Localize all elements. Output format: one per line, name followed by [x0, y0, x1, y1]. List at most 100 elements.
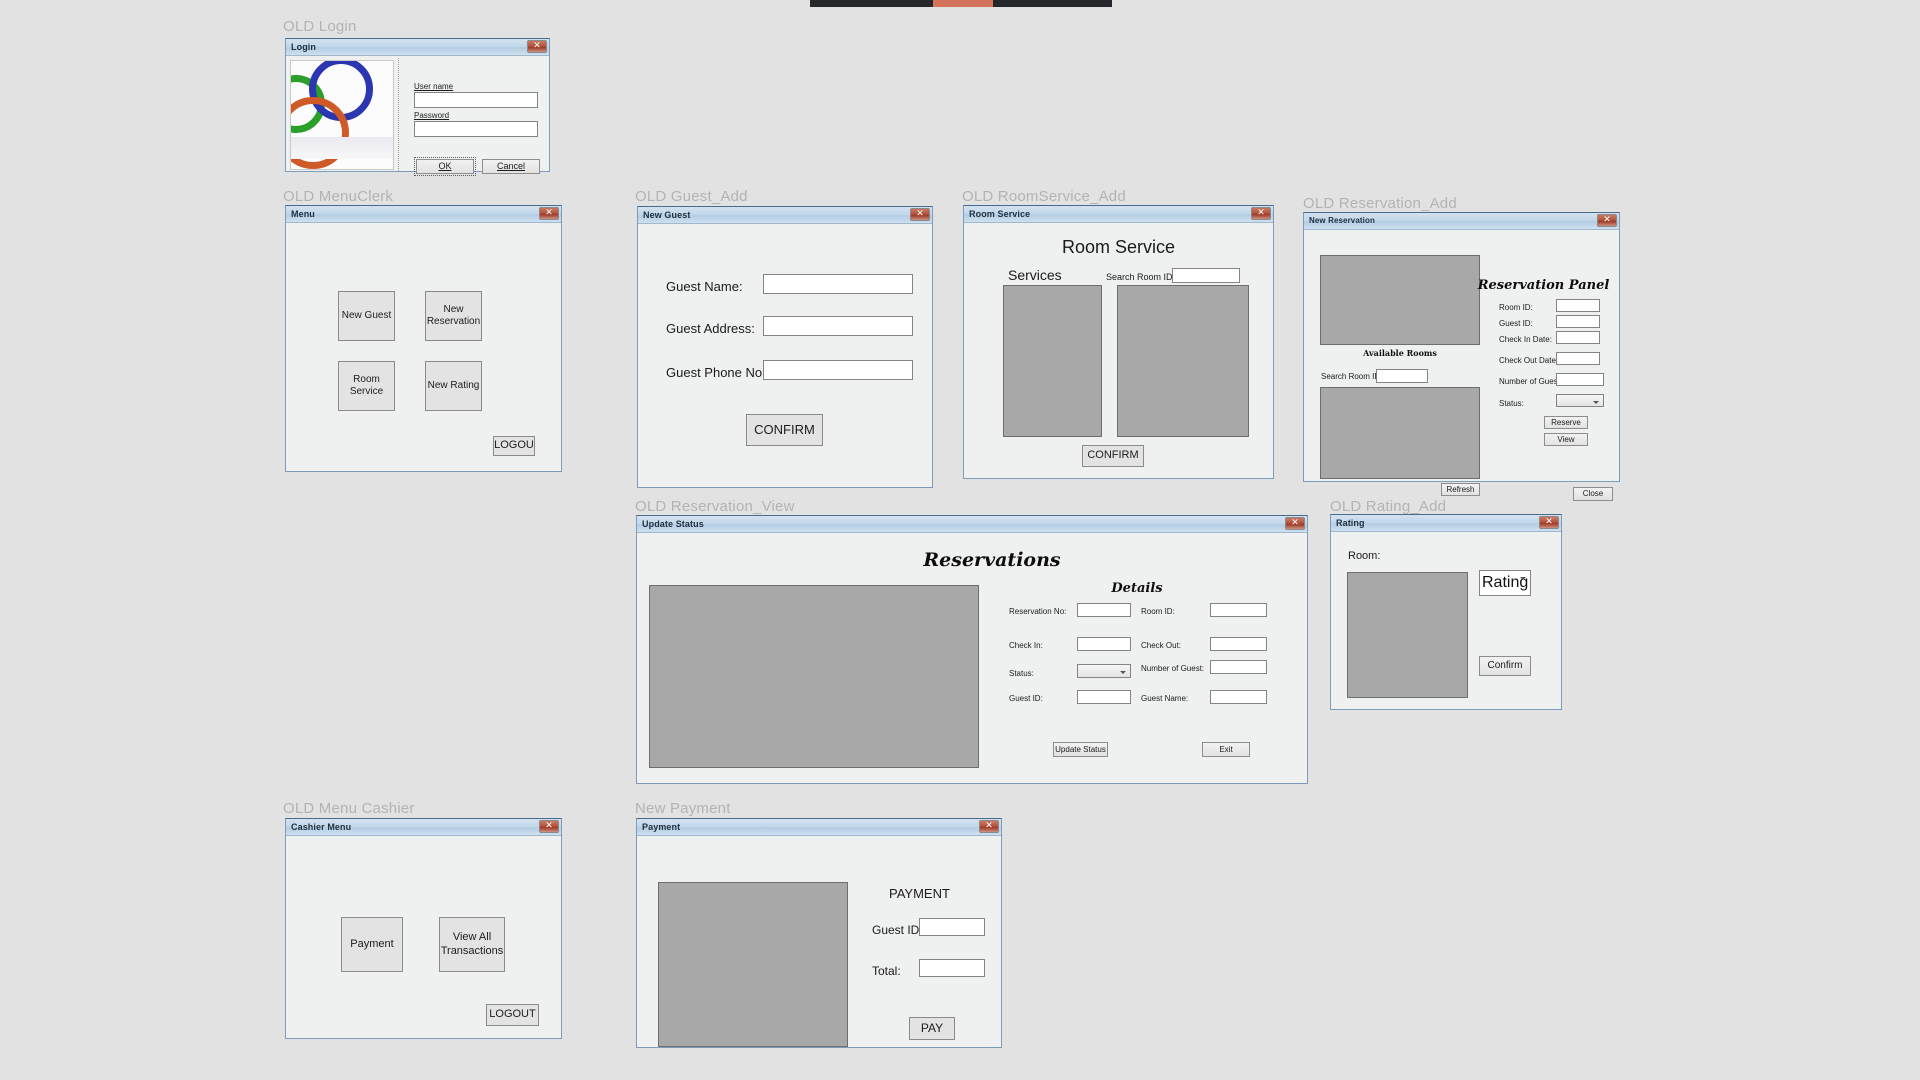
status-label: Status:: [1499, 399, 1524, 408]
reservationadd-title: New Reservation: [1309, 216, 1375, 225]
status-label: Status:: [1009, 669, 1034, 678]
view-button[interactable]: View: [1544, 433, 1588, 446]
status-dropdown[interactable]: [1556, 394, 1604, 407]
login-titlebar[interactable]: Login ✕: [286, 39, 549, 56]
interlocking-rings-image: [290, 60, 394, 170]
window-guest-add: New Guest ✕ Guest Name: Guest Address: G…: [637, 206, 933, 488]
password-input[interactable]: [414, 121, 538, 137]
login-divider: [398, 58, 399, 171]
search-room-id-input[interactable]: [1172, 268, 1240, 283]
rating-client-area: Room: Rating Confirm: [1331, 532, 1561, 709]
check-out-date-label: Check Out Date:: [1499, 356, 1559, 365]
cashiermenu-titlebar[interactable]: Cashier Menu ✕: [286, 819, 561, 836]
status-dropdown[interactable]: [1077, 664, 1131, 678]
caption-new-payment: New Payment: [635, 800, 731, 817]
check-out-input[interactable]: [1210, 637, 1267, 651]
room-label: Room:: [1348, 550, 1381, 562]
available-rooms-grid[interactable]: [1320, 387, 1480, 479]
caption-old-login: OLD Login: [283, 18, 357, 35]
rooms-grid[interactable]: [1347, 572, 1468, 698]
menuclerk-title: Menu: [291, 208, 315, 219]
room-id-input[interactable]: [1556, 299, 1600, 312]
new-reservation-button[interactable]: New Reservation: [425, 291, 482, 341]
guestadd-title: New Guest: [643, 209, 691, 220]
reservation-no-input[interactable]: [1077, 603, 1131, 617]
ok-button[interactable]: OK: [414, 157, 476, 176]
username-input[interactable]: [414, 92, 538, 108]
caption-old-guest-add: OLD Guest_Add: [635, 188, 748, 205]
logout-button[interactable]: LOGOU: [493, 436, 535, 456]
guest-id-input[interactable]: [919, 918, 985, 936]
roomservice-titlebar[interactable]: Room Service ✕: [964, 206, 1273, 223]
check-out-label: Check Out:: [1141, 641, 1182, 650]
search-room-id-input[interactable]: [1376, 369, 1428, 383]
rating-title: Rating: [1336, 517, 1365, 528]
guest-id-input[interactable]: [1077, 690, 1131, 704]
rating-dropdown[interactable]: Rating: [1479, 570, 1531, 596]
reservationview-titlebar[interactable]: Update Status ✕: [637, 516, 1307, 533]
exit-button[interactable]: Exit: [1202, 742, 1250, 757]
pay-button[interactable]: PAY: [909, 1017, 955, 1040]
refresh-button[interactable]: Refresh: [1441, 483, 1480, 496]
reservations-preview-grid[interactable]: [1320, 255, 1480, 345]
reservationview-client-area: Reservations Details Reservation No: Roo…: [637, 533, 1307, 783]
check-in-date-input[interactable]: [1556, 331, 1600, 344]
cut-off-toolbar-strip: [810, 0, 1112, 7]
rooms-list-grid[interactable]: [1117, 285, 1249, 437]
guest-id-input[interactable]: [1556, 315, 1600, 328]
reservation-panel-heading: Reservation Panel: [1477, 278, 1610, 293]
number-of-guests-input[interactable]: [1556, 373, 1604, 386]
check-out-date-input[interactable]: [1556, 352, 1600, 365]
confirm-button[interactable]: Confirm: [1479, 656, 1531, 676]
close-icon[interactable]: ✕: [539, 820, 559, 833]
room-id-input[interactable]: [1210, 603, 1267, 617]
update-status-button[interactable]: Update Status: [1053, 742, 1108, 757]
transactions-grid[interactable]: [658, 882, 848, 1047]
check-in-label: Check In:: [1009, 641, 1043, 650]
guest-name-label: Guest Name:: [666, 279, 743, 294]
confirm-button[interactable]: CONFIRM: [746, 414, 823, 446]
guest-name-input[interactable]: [763, 274, 913, 294]
menuclerk-titlebar[interactable]: Menu ✕: [286, 206, 561, 223]
cashiermenu-title: Cashier Menu: [291, 821, 352, 832]
payment-titlebar[interactable]: Payment ✕: [637, 819, 1001, 836]
close-icon[interactable]: ✕: [539, 207, 559, 220]
logout-button[interactable]: LOGOUT: [486, 1004, 539, 1026]
close-icon[interactable]: ✕: [1539, 516, 1559, 529]
room-service-button[interactable]: Room Service: [338, 361, 395, 411]
guest-address-input[interactable]: [763, 316, 913, 336]
reservations-grid[interactable]: [649, 585, 979, 768]
close-button[interactable]: Close: [1573, 487, 1613, 501]
total-input[interactable]: [919, 959, 985, 977]
username-label: User name: [414, 82, 454, 91]
room-id-label: Room ID:: [1499, 303, 1533, 312]
toolbar-accent-segment: [933, 0, 993, 7]
menuclerk-client-area: New Guest New Reservation Room Service N…: [286, 223, 561, 471]
number-of-guest-input[interactable]: [1210, 660, 1267, 674]
guest-phone-input[interactable]: [763, 360, 913, 380]
confirm-button[interactable]: CONFIRM: [1082, 445, 1144, 467]
search-room-id-label: Search Room ID:: [1106, 272, 1176, 282]
payment-button[interactable]: Payment: [341, 917, 403, 972]
check-in-input[interactable]: [1077, 637, 1131, 651]
rating-titlebar[interactable]: Rating ✕: [1331, 515, 1561, 532]
cancel-button[interactable]: Cancel: [482, 159, 540, 174]
caption-old-reservation-add: OLD Reservation_Add: [1303, 195, 1457, 212]
caption-old-menuclerk: OLD MenuClerk: [283, 188, 394, 205]
reserve-button[interactable]: Reserve: [1544, 416, 1588, 429]
view-all-transactions-button[interactable]: View All Transactions: [439, 917, 505, 972]
mockup-canvas: OLD Login Login ✕ User name Password OK …: [0, 0, 1920, 1080]
close-icon[interactable]: ✕: [1597, 214, 1617, 227]
services-list-grid[interactable]: [1003, 285, 1102, 437]
guest-name-input[interactable]: [1210, 690, 1267, 704]
new-rating-button[interactable]: New Rating: [425, 361, 482, 411]
close-icon[interactable]: ✕: [979, 820, 999, 833]
close-icon[interactable]: ✕: [527, 40, 547, 53]
guestadd-titlebar[interactable]: New Guest ✕: [638, 207, 932, 224]
window-reservation-view: Update Status ✕ Reservations Details Res…: [636, 515, 1308, 784]
reservationadd-titlebar[interactable]: New Reservation ✕: [1304, 213, 1619, 230]
close-icon[interactable]: ✕: [1251, 207, 1271, 220]
close-icon[interactable]: ✕: [910, 208, 930, 221]
new-guest-button[interactable]: New Guest: [338, 291, 395, 341]
close-icon[interactable]: ✕: [1285, 517, 1305, 530]
